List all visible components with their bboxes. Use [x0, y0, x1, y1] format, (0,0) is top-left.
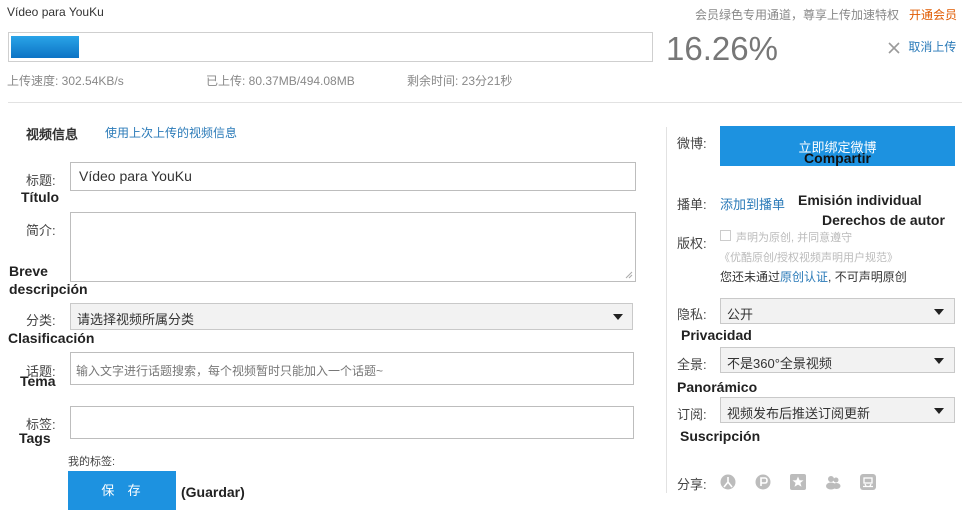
subscribe-value: 视频发布后推送订阅更新: [727, 406, 871, 421]
topic-input[interactable]: 输入文字进行话题搜索，每个视频暂时只能加入一个话题~: [70, 352, 634, 385]
category-select[interactable]: 请选择视频所属分类: [70, 303, 633, 330]
cancel-upload-button[interactable]: 取消上传: [887, 38, 956, 55]
description-translation-2: descripción: [9, 281, 88, 297]
tags-translation: Tags: [19, 430, 51, 446]
tags-input[interactable]: [70, 406, 634, 439]
reuse-info-link[interactable]: 使用上次上传的视频信息: [105, 124, 237, 141]
copyright-note: 您还未通过原创认证, 不可声明原创: [720, 268, 907, 285]
share-douban-icon[interactable]: [860, 474, 876, 490]
section-title: 视频信息: [26, 127, 79, 142]
original-certification-link[interactable]: 原创认证: [780, 270, 828, 284]
share-renren-icon[interactable]: [720, 474, 736, 490]
cancel-upload-label: 取消上传: [908, 40, 957, 54]
remaining-time: 剩余时间: 23分21秒: [407, 74, 513, 88]
copyright-check-label: 声明为原创, 并同意遵守: [736, 232, 853, 244]
copyright-note-suffix: , 不可声明原创: [828, 270, 907, 284]
privacy-select[interactable]: 公开: [720, 298, 955, 324]
panorama-select[interactable]: 不是360°全景视频: [720, 347, 955, 373]
vip-promo-text: 会员绿色专用通道，尊享上传加速特权: [695, 8, 900, 22]
privacy-label: 隐私:: [677, 307, 707, 322]
header-divider: [8, 102, 962, 103]
column-divider: [666, 127, 667, 493]
panorama-value: 不是360°全景视频: [727, 356, 832, 371]
copyright-checkbox[interactable]: [720, 230, 731, 241]
playlist-translation: Emisión individual: [798, 192, 922, 208]
copyright-note-prefix: 您还未通过: [720, 270, 781, 284]
chevron-down-icon: [934, 309, 944, 315]
chevron-down-icon: [934, 408, 944, 414]
weibo-translation: Compartir: [804, 150, 871, 166]
chevron-down-icon: [934, 358, 944, 364]
panorama-translation: Panorámico: [677, 379, 758, 395]
title-translation: Título: [21, 189, 60, 205]
subscribe-select[interactable]: 视频发布后推送订阅更新: [720, 397, 955, 423]
panorama-label: 全景:: [677, 357, 707, 372]
subscribe-translation: Suscripción: [680, 428, 761, 444]
upload-progress-bar: [8, 32, 653, 62]
subscribe-label: 订阅:: [677, 407, 707, 422]
topic-translation: Tema: [20, 373, 56, 389]
share-label: 分享:: [677, 477, 707, 492]
playlist-label: 播单:: [677, 197, 707, 212]
copyright-rule-link: 《优酷原创/授权视频声明用户规范》: [719, 252, 899, 264]
title-input[interactable]: Vídeo para YouKu: [70, 162, 636, 191]
save-button[interactable]: 保 存: [68, 471, 176, 510]
privacy-value: 公开: [727, 307, 754, 322]
upload-file-title: Vídeo para YouKu: [7, 5, 104, 19]
vip-open-link[interactable]: 开通会员: [909, 6, 957, 23]
resize-handle-icon[interactable]: [624, 270, 633, 279]
save-translation: (Guardar): [181, 484, 245, 500]
category-label: 分类:: [26, 313, 56, 328]
upload-progress-fill: [11, 36, 79, 58]
copyright-label: 版权:: [677, 236, 707, 251]
description-textarea[interactable]: [70, 212, 636, 282]
close-icon: [888, 42, 900, 54]
share-star-icon[interactable]: [790, 474, 806, 490]
add-to-playlist-link[interactable]: 添加到播单: [720, 194, 785, 213]
upload-speed: 上传速度: 302.54KB/s: [7, 74, 124, 88]
uploaded-size: 已上传: 80.37MB/494.08MB: [206, 74, 355, 88]
title-label: 标题:: [26, 173, 56, 188]
description-label: 简介:: [26, 223, 56, 238]
weibo-label: 微博:: [677, 136, 707, 151]
topic-placeholder: 输入文字进行话题搜索，每个视频暂时只能加入一个话题~: [76, 364, 384, 378]
category-translation: Clasificación: [8, 330, 95, 346]
my-tags-label: 我的标签:: [68, 456, 116, 468]
copyright-translation: Derechos de autor: [822, 212, 945, 228]
description-translation-1: Breve: [9, 263, 48, 279]
privacy-translation: Privacidad: [681, 327, 752, 343]
bind-weibo-button[interactable]: 立即绑定微博 Compartir: [720, 126, 955, 166]
share-people-icon[interactable]: [825, 474, 841, 490]
category-value: 请选择视频所属分类: [77, 312, 195, 327]
chevron-down-icon: [613, 314, 623, 320]
share-qzone-icon[interactable]: [755, 474, 771, 490]
upload-percent: 16.26%: [666, 30, 778, 67]
